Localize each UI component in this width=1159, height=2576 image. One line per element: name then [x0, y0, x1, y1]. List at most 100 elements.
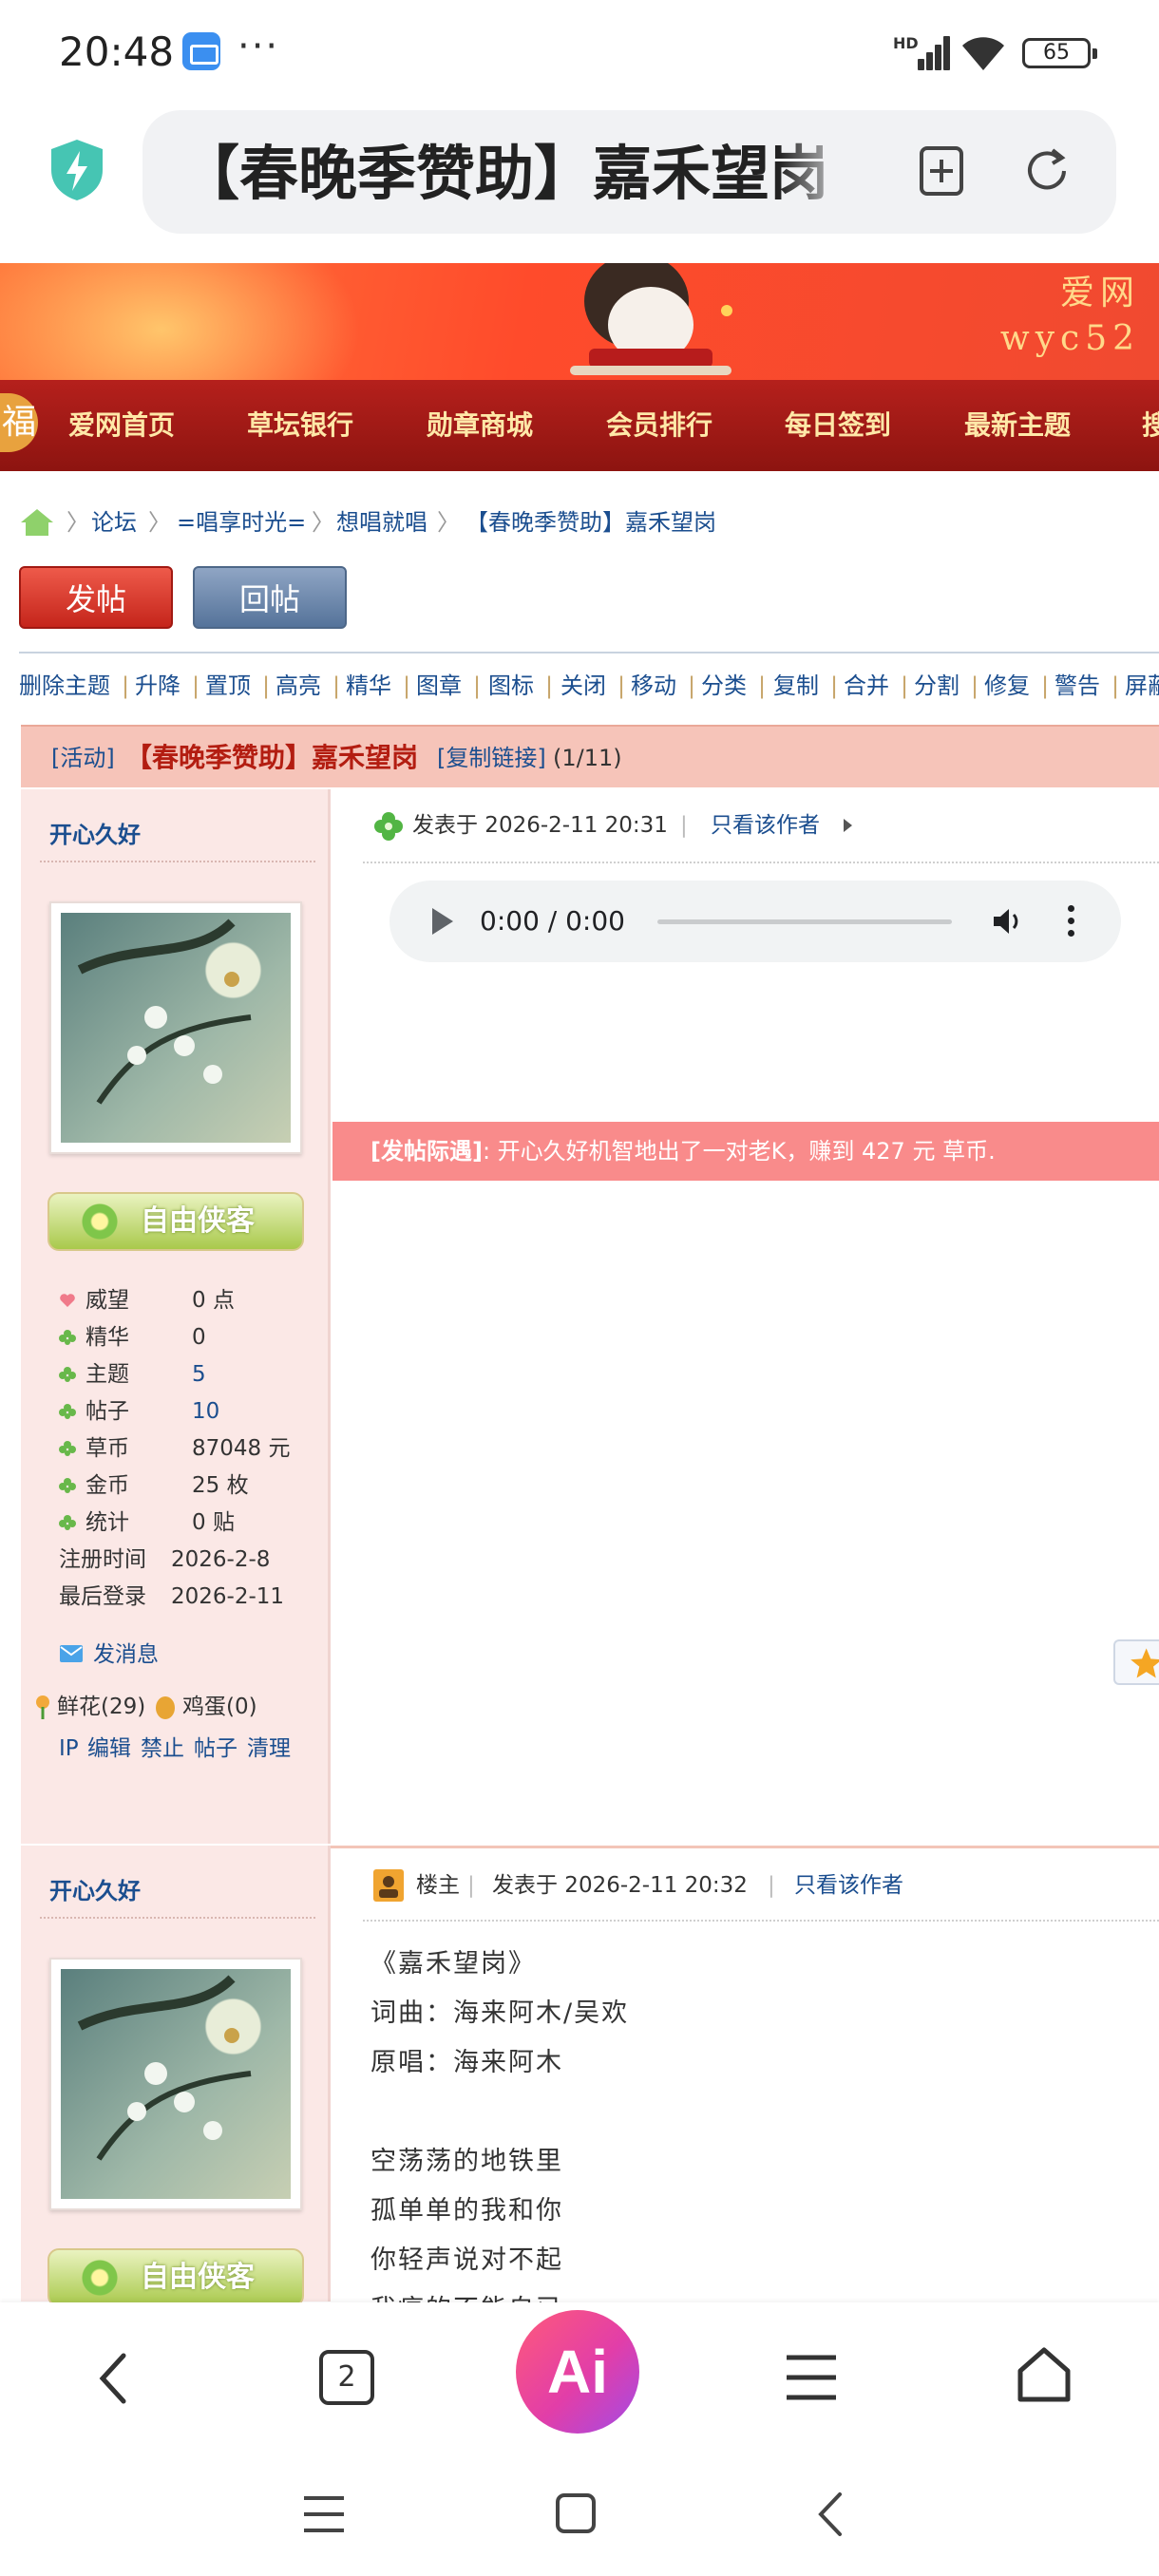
- tool-warn[interactable]: 警告: [1054, 665, 1100, 707]
- copy-link-button[interactable]: [复制链接]: [437, 727, 546, 789]
- banner-text: 爱网 wyc52: [1000, 271, 1140, 362]
- notification-app-icon: [182, 32, 220, 70]
- flower-icon: [36, 1695, 49, 1719]
- posts-count-link[interactable]: 10: [192, 1394, 219, 1429]
- lyric-line: 《嘉禾望岗》: [370, 1949, 536, 1979]
- play-icon[interactable]: [432, 908, 453, 935]
- author-name[interactable]: 开心久好: [49, 816, 141, 849]
- tabs-button[interactable]: 2: [319, 2350, 374, 2405]
- home-icon[interactable]: [19, 507, 55, 538]
- add-bookmark-icon[interactable]: [914, 142, 971, 199]
- nav-medal-shop[interactable]: 勋章商城: [427, 380, 533, 471]
- divider: [40, 1917, 315, 1919]
- clover-icon: [59, 1367, 76, 1382]
- avatar[interactable]: [49, 901, 302, 1154]
- breadcrumb-section[interactable]: =唱享时光=: [177, 503, 306, 541]
- mod-posts[interactable]: 帖子: [194, 1733, 238, 1764]
- eggs-button[interactable]: 鸡蛋(0): [182, 1692, 257, 1722]
- reply-button[interactable]: 回帖: [193, 566, 347, 629]
- flowers-button[interactable]: 鲜花(29): [57, 1692, 145, 1722]
- menu-icon[interactable]: [785, 2352, 838, 2403]
- post-1: 开心久好 自由侠客 威望 0 点 精华 0 主题 5 帖子 10 草币 8704…: [21, 789, 1159, 1844]
- clover-icon: [374, 812, 403, 841]
- post-time: 发表于 2026-2-11 20:31: [412, 813, 668, 838]
- caret-right-icon[interactable]: [842, 818, 853, 833]
- mod-ban[interactable]: 禁止: [141, 1733, 184, 1764]
- tool-stamp[interactable]: 图章: [416, 665, 462, 707]
- only-author-link[interactable]: 只看该作者: [794, 1866, 903, 1904]
- mod-edit[interactable]: 编辑: [87, 1733, 131, 1764]
- nav-latest-topics[interactable]: 最新主题: [964, 380, 1071, 471]
- tool-bump[interactable]: 升降: [135, 665, 180, 707]
- nav-search[interactable]: 搜: [1142, 380, 1159, 471]
- reload-icon[interactable]: [1018, 142, 1075, 199]
- notice-label: [发帖际遇]: [370, 1138, 483, 1165]
- tool-block[interactable]: 屏蔽: [1125, 665, 1159, 707]
- tool-delete[interactable]: 删除主题: [19, 665, 110, 707]
- heart-icon: [60, 1294, 75, 1307]
- audio-time: 0:00 / 0:00: [480, 905, 625, 937]
- tool-highlight[interactable]: 高亮: [276, 665, 321, 707]
- breadcrumb-thread[interactable]: 【春晚季赞助】嘉禾望岗: [466, 503, 716, 541]
- post-notice: [发帖际遇]: 开心久好机智地出了一对老K，赚到 427 元 草币.: [332, 1122, 1159, 1181]
- author-sidebar: 开心久好 自由侠客 威望 0 点 精华 0 主题 5 帖子 10 草币 8704…: [21, 789, 331, 1844]
- banner-text-line2: wyc52: [999, 319, 1140, 358]
- status-bar: 20:48 ··· HD 65: [0, 0, 1159, 104]
- lyric-line: 孤单单的我和你: [370, 2196, 563, 2226]
- clover-icon: [59, 1441, 76, 1456]
- tool-pin[interactable]: 置顶: [205, 665, 251, 707]
- only-author-link[interactable]: 只看该作者: [711, 806, 820, 844]
- clover-icon: [59, 1404, 76, 1419]
- divider: [19, 652, 1159, 653]
- tool-merge[interactable]: 合并: [844, 665, 889, 707]
- mod-clean[interactable]: 清理: [247, 1733, 291, 1764]
- post-2: 开心久好 自由侠客 楼主 | 发表于 2026-2-11 20:32 | 只看该…: [21, 1846, 1159, 2307]
- site-nav: 福 爱网首页 草坛银行 勋章商城 会员排行 每日签到 最新主题 搜: [0, 380, 1159, 471]
- tool-close[interactable]: 关闭: [560, 665, 606, 707]
- lyric-line: 你轻声说对不起: [370, 2245, 563, 2275]
- thread-title: 【春晚季赞助】嘉禾望岗: [125, 742, 419, 773]
- home-square-icon[interactable]: [555, 2492, 597, 2534]
- volume-icon[interactable]: [992, 907, 1024, 936]
- post-time: 发表于 2026-2-11 20:32: [492, 1873, 748, 1898]
- tool-split[interactable]: 分割: [914, 665, 960, 707]
- tool-copy[interactable]: 复制: [773, 665, 819, 707]
- home-icon[interactable]: [1015, 2346, 1074, 2405]
- audio-seek-bar[interactable]: [657, 919, 952, 924]
- new-post-button[interactable]: 发帖: [19, 566, 173, 629]
- envelope-icon: [60, 1645, 83, 1662]
- address-text[interactable]: 【春晚季赞助】嘉禾望岗: [180, 131, 846, 217]
- shield-icon[interactable]: [48, 138, 106, 202]
- nav-bank[interactable]: 草坛银行: [247, 380, 353, 471]
- tool-digest[interactable]: 精华: [346, 665, 391, 707]
- recents-icon[interactable]: [302, 2494, 346, 2534]
- nav-home[interactable]: 爱网首页: [68, 380, 175, 471]
- address-fade: [779, 131, 855, 217]
- divider: [40, 861, 315, 862]
- breadcrumb-board[interactable]: 想唱就唱: [336, 503, 428, 541]
- back-icon[interactable]: [91, 2350, 139, 2407]
- avatar[interactable]: [49, 1958, 302, 2210]
- battery-icon: 65: [1022, 38, 1097, 68]
- ai-assistant-button[interactable]: Ai: [516, 2310, 639, 2434]
- tool-icon[interactable]: 图标: [488, 665, 534, 707]
- mod-ip[interactable]: IP: [59, 1733, 79, 1764]
- page-indicator: (1/11): [553, 745, 622, 771]
- author-sidebar: 开心久好 自由侠客: [21, 1846, 331, 2307]
- medal-badge: 自由侠客: [48, 2248, 304, 2307]
- topics-count-link[interactable]: 5: [192, 1357, 206, 1392]
- lyric-line: 原唱：海来阿木: [370, 2048, 563, 2077]
- tool-repair[interactable]: 修复: [984, 665, 1030, 707]
- breadcrumb-forum[interactable]: 论坛: [91, 503, 137, 541]
- wifi-icon: [962, 37, 1004, 70]
- author-name[interactable]: 开心久好: [49, 1872, 141, 1905]
- owner-label: 楼主: [416, 1873, 460, 1898]
- tool-category[interactable]: 分类: [701, 665, 747, 707]
- nav-daily-checkin[interactable]: 每日签到: [785, 380, 891, 471]
- clover-icon: [59, 1515, 76, 1530]
- favorite-star-icon[interactable]: [1113, 1639, 1159, 1685]
- tool-move[interactable]: 移动: [631, 665, 676, 707]
- nav-member-ranking[interactable]: 会员排行: [606, 380, 712, 471]
- system-back-icon[interactable]: [813, 2491, 847, 2538]
- more-options-icon[interactable]: [1068, 905, 1075, 938]
